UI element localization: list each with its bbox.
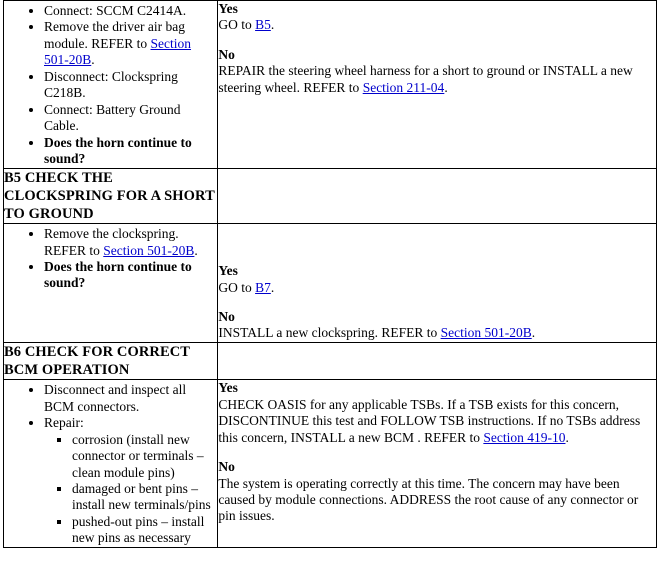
section-link[interactable]: Section 501-20B [103,243,194,258]
action-text: Disconnect and inspect all BCM connector… [44,382,187,414]
step-link[interactable]: B7 [255,280,271,295]
results-cell-b5: Yes GO to B7. No INSTALL a new clockspri… [217,223,657,343]
results-cell-b4: Yes GO to B5. No REPAIR the steering whe… [217,0,657,169]
results-cell-b6: Yes CHECK OASIS for any applicable TSBs.… [217,379,657,548]
section-link[interactable]: Section 419-10 [483,430,565,445]
result-label-no: No [218,459,235,475]
list-item: Connect: SCCM C2414A. [44,3,217,19]
actions-cell-b6: Disconnect and inspect all BCM connector… [2,379,219,548]
action-list: Remove the clockspring. REFER to Section… [4,226,217,292]
list-item: Repair: corrosion (install new connector… [44,415,217,547]
list-item-question: Does the horn continue to sound? [44,259,217,292]
result-text-yes: GO to B5. [218,17,275,33]
table-row-title: B6 CHECK FOR CORRECT BCM OPERATION [2,341,657,381]
list-item: Remove the driver air bag module. REFER … [44,19,217,68]
step-title-b6: B6 CHECK FOR CORRECT BCM OPERATION [2,341,219,381]
blank-cell-b5 [217,167,657,225]
action-text: Disconnect: Clockspring C218B. [44,68,178,101]
actions-cell-b4: Connect: SCCM C2414A. Remove the driver … [2,0,219,169]
action-list: Connect: SCCM C2414A. Remove the driver … [4,3,217,168]
sub-list-item: damaged or bent pins – install new termi… [72,481,217,514]
pinpoint-test-page: Connect: SCCM C2414A. Remove the driver … [0,0,665,587]
result-label-yes: Yes [218,1,238,16]
list-item: Remove the clockspring. REFER to Section… [44,226,217,259]
actions-cell-b5: Remove the clockspring. REFER to Section… [2,223,219,343]
action-text: Connect: Battery Ground Cable. [44,101,181,134]
blank-cell-b6 [217,341,657,381]
result-label-no: No [218,46,235,62]
action-question-text: Does the horn continue to sound? [44,259,192,291]
step-title-b5: B5 CHECK THE CLOCKSPRING FOR A SHORT TO … [2,167,219,225]
pinpoint-test-table: Connect: SCCM C2414A. Remove the driver … [2,0,657,548]
result-text-no: REPAIR the steering wheel harness for a … [218,63,633,95]
action-list: Disconnect and inspect all BCM connector… [4,382,217,547]
table-row: Disconnect and inspect all BCM connector… [2,379,657,548]
sub-list-item: pushed-out pins – install new pins as ne… [72,514,217,547]
table-row: Connect: SCCM C2414A. Remove the driver … [2,0,657,169]
action-text-tail: . [194,242,198,258]
section-link[interactable]: Section 211-04 [363,80,445,95]
table-row-title: B5 CHECK THE CLOCKSPRING FOR A SHORT TO … [2,167,657,225]
step-link[interactable]: B5 [255,17,271,32]
result-label-yes: Yes [218,263,238,279]
action-text: Connect: SCCM C2414A. [44,3,187,18]
list-item: Connect: Battery Ground Cable. [44,102,217,135]
sub-action-list: corrosion (install new connector or term… [44,432,217,547]
sub-list-item: corrosion (install new connector or term… [72,432,217,481]
action-question-text: Does the horn continue to sound? [44,134,192,167]
action-text-tail: . [91,52,95,68]
result-text-no: The system is operating correctly at thi… [218,475,639,524]
result-label-no: No [218,309,235,324]
list-item: Disconnect and inspect all BCM connector… [44,382,217,415]
result-text-no: INSTALL a new clockspring. REFER to Sect… [218,325,536,341]
result-text-yes: CHECK OASIS for any applicable TSBs. If … [218,396,641,445]
result-label-yes: Yes [218,380,238,396]
list-item-question: Does the horn continue to sound? [44,135,217,168]
section-link[interactable]: Section 501-20B [441,325,532,340]
table-row: Remove the clockspring. REFER to Section… [2,223,657,343]
result-text-yes: GO to B7. [218,279,275,295]
list-item: Disconnect: Clockspring C218B. [44,69,217,102]
action-text: Repair: [44,415,84,431]
